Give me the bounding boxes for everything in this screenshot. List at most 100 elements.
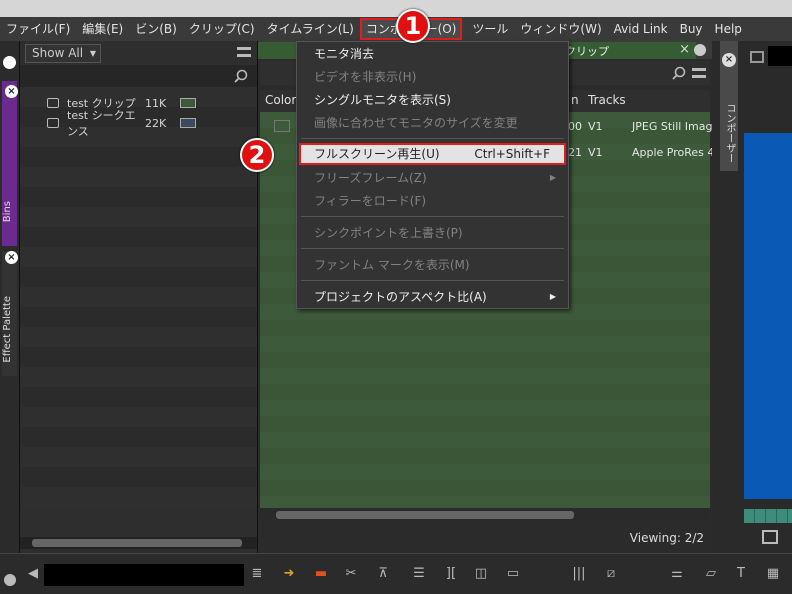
tab-composer-label: コンポーザー [724, 103, 735, 163]
menu-icon[interactable]: ≣ [248, 566, 266, 582]
layout-icon[interactable] [762, 530, 778, 544]
column-tracks[interactable]: Tracks [588, 93, 626, 107]
lift-icon[interactable]: ⊼ [374, 566, 392, 582]
menu-icon[interactable] [237, 47, 251, 57]
column-color[interactable]: Color [265, 93, 296, 107]
menu-help[interactable]: Help [709, 17, 748, 41]
composer-panel: × コンポーザー [712, 41, 792, 553]
menu-file[interactable]: ファイル(F) [0, 17, 76, 41]
collapse-icon[interactable] [4, 574, 16, 586]
layout-icon[interactable] [750, 51, 764, 63]
cell-tracks: V1 [588, 120, 603, 133]
scissors-icon[interactable]: ✂ [342, 566, 360, 582]
cell-tracks: V1 [588, 146, 603, 159]
bin-search-bar[interactable] [20, 65, 257, 87]
bin-options-icon[interactable] [694, 44, 706, 56]
close-icon[interactable]: × [5, 85, 18, 98]
sliders-icon[interactable]: ⚌ [668, 566, 686, 582]
bin-list: test クリップ 11K test シークエンス 22K [20, 87, 257, 507]
menu-item-fullscreen-playback[interactable]: フルスクリーン再生(U) Ctrl+Shift+F [299, 143, 566, 165]
list-view-icon[interactable]: ☰ [410, 566, 428, 582]
submenu-arrow-icon: ▶ [549, 173, 556, 182]
bin-tab-title: クリップ [565, 45, 609, 58]
tab-bins-label: Bins [2, 201, 13, 223]
menu-divider [301, 216, 564, 217]
menu-divider [301, 138, 564, 139]
menu-divider [301, 248, 564, 249]
bottom-toolbar: ◀ ≣ ➜ ▬ ✂ ⊼ ☰ ][ ◫ ▭ ||| ⧄ ⚌ ▱ T ▦ [0, 553, 792, 594]
timeline-track-strip[interactable] [744, 509, 792, 523]
close-icon[interactable]: × [5, 251, 18, 264]
menu-bin[interactable]: ビン(B) [129, 17, 183, 41]
horizontal-scrollbar[interactable] [20, 537, 257, 549]
tab-effect-palette-label: Effect Palette [2, 296, 13, 363]
bin-color-swatch [180, 98, 196, 108]
menu-icon[interactable] [692, 68, 706, 78]
scrollbar-thumb[interactable] [276, 511, 574, 519]
timecode-display [44, 564, 244, 586]
speaker-icon[interactable]: ◀ [24, 566, 42, 582]
composer-monitor[interactable] [744, 133, 792, 499]
tab-composer[interactable]: × コンポーザー [720, 41, 738, 171]
horizontal-scrollbar[interactable] [260, 509, 710, 521]
menu-item-hide-video[interactable]: ビデオを非表示(H) [297, 66, 568, 88]
menu-item-overwrite-sync-point[interactable]: シンクポイントを上書き(P) [297, 222, 568, 244]
tab-effect-palette[interactable]: × Effect Palette [2, 251, 18, 376]
bars-icon[interactable]: ||| [570, 566, 588, 582]
text-tool-icon[interactable]: T [732, 566, 750, 582]
submenu-arrow-icon: ▶ [549, 292, 556, 301]
menu-item-resize-monitor[interactable]: 画像に合わせてモニタのサイズを変更 [297, 112, 568, 134]
collapse-icon[interactable] [3, 56, 16, 69]
left-tab-strip: × Bins × Effect Palette [0, 41, 19, 553]
composer-monitor-header [768, 46, 792, 66]
segment-icon[interactable]: ◫ [472, 566, 490, 582]
overwrite-icon[interactable]: ▬ [312, 566, 330, 582]
step-badge-2: 2 [240, 138, 274, 172]
menu-item-label: フルスクリーン再生(U) [314, 147, 440, 161]
window-titlebar [0, 0, 792, 17]
bin-icon [47, 118, 59, 128]
menu-buy[interactable]: Buy [674, 17, 709, 41]
step-badge-1: 1 [396, 9, 430, 43]
menu-item-label: プロジェクトのアスペクト比(A) [314, 290, 487, 304]
menu-item-project-aspect-ratio[interactable]: プロジェクトのアスペクト比(A) ▶ [297, 286, 568, 308]
chevron-down-icon: ▼ [89, 48, 96, 58]
viewing-count: Viewing: 2/2 [629, 531, 704, 545]
list-item[interactable]: test シークエンス 22K [20, 109, 257, 138]
menu-item-shortcut: Ctrl+Shift+F [474, 147, 550, 161]
close-icon[interactable]: × [722, 53, 736, 67]
show-all-dropdown[interactable]: Show All ▼ [25, 43, 101, 63]
bin-name: test シークエンス [67, 109, 136, 138]
cell-duration: 21 [568, 146, 582, 159]
cell-format: JPEG Still Imag [632, 120, 713, 133]
menu-tools[interactable]: ツール [462, 17, 514, 41]
search-icon[interactable] [234, 69, 248, 83]
bin-size: 11K [145, 96, 167, 110]
compare-icon[interactable]: ▭ [504, 566, 522, 582]
close-icon[interactable]: × [679, 42, 690, 57]
menu-timeline[interactable]: タイムライン(L) [261, 17, 360, 41]
menu-item-freeze-frame[interactable]: フリーズフレーム(Z) ▶ [297, 167, 568, 189]
show-all-label: Show All [32, 45, 84, 60]
menu-item-label: フリーズフレーム(Z) [314, 171, 427, 185]
menu-window[interactable]: ウィンドウ(W) [514, 17, 607, 41]
bin-color-swatch [180, 118, 196, 128]
splice-in-icon[interactable]: ➜ [280, 566, 298, 582]
menu-edit[interactable]: 編集(E) [76, 17, 129, 41]
menu-avid-link[interactable]: Avid Link [608, 17, 674, 41]
scrollbar-thumb[interactable] [32, 539, 242, 547]
tab-bins[interactable]: × Bins [2, 81, 18, 246]
monitor-icon[interactable]: ⧄ [602, 566, 620, 582]
menu-item-single-monitor[interactable]: シングルモニタを表示(S) [297, 89, 568, 111]
render-icon[interactable]: ▱ [702, 566, 720, 582]
menu-item-show-phantom-marks[interactable]: ファントム マークを表示(M) [297, 254, 568, 276]
column-n[interactable]: n [571, 93, 579, 107]
menu-item-clear-monitor[interactable]: モニタ消去 [297, 43, 568, 65]
menu-item-load-filler[interactable]: フィラーをロード(F) [297, 190, 568, 212]
search-icon[interactable] [672, 66, 686, 80]
bin-panel-toolbar: Show All ▼ [20, 41, 257, 65]
trim-icon[interactable]: ][ [442, 566, 460, 582]
film-icon[interactable]: ▦ [764, 566, 782, 582]
composer-menu: モニタ消去 ビデオを非表示(H) シングルモニタを表示(S) 画像に合わせてモニ… [296, 41, 569, 309]
menu-clip[interactable]: クリップ(C) [183, 17, 261, 41]
